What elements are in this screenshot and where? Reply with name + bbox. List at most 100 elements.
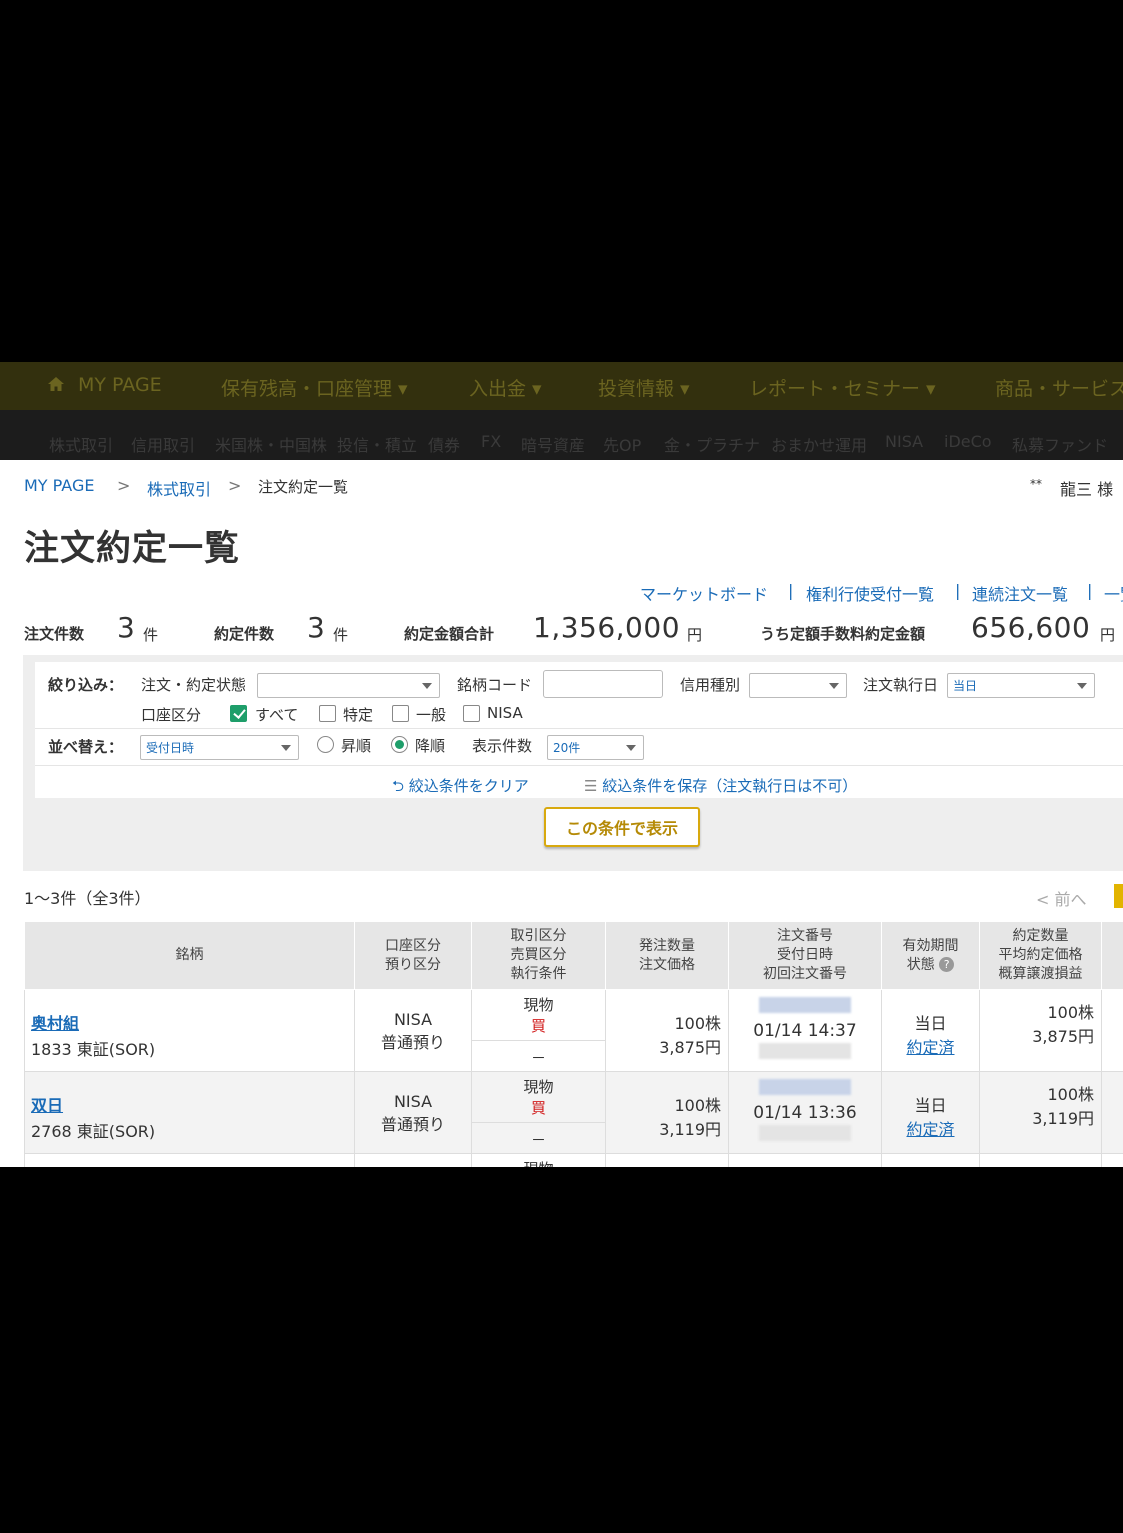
clear-filter-link[interactable]: ⮌ 絞込条件をクリア [392,775,529,801]
header-order-number: 注文番号 受付日時 初回注文番号 [728,921,882,990]
account-label: 口座区分 [141,706,202,724]
exec-count-unit: 件 [333,626,349,644]
user-name: 龍三 様 [1060,480,1114,499]
cell-account [354,1153,472,1167]
prev-page-link[interactable]: < 前へ [1036,886,1087,910]
link-rights-exercise[interactable]: 権利行使受付一覧 [806,581,934,605]
main-content: MY PAGE > 株式取引 > 注文約定一覧 ** 龍三 様 注文約定一覧 マ… [0,460,1123,1167]
fixed-fee-value: 656,600 [971,611,1091,644]
header-symbol: 銘柄 [24,921,355,990]
cell-extra [1101,989,1123,1072]
redacted-order-number [759,997,851,1013]
nav-info[interactable]: 投資情報 ▾ [598,374,690,401]
cell-trade-type: 現物 買 － [471,1071,606,1154]
subnav-bond[interactable]: 債券 [428,432,460,456]
account-all-checkbox[interactable] [230,705,247,722]
subnav-private[interactable]: 私募ファンド [1012,432,1108,456]
home-icon [48,377,64,391]
subnav-nisa[interactable]: NISA [885,432,923,451]
breadcrumb-home[interactable]: MY PAGE [24,476,94,495]
stock-name-link[interactable]: 奥村組 [31,1010,354,1034]
status-link[interactable]: 約定済 [882,1116,979,1140]
save-filter-link[interactable]: ☰ 絞込条件を保存（注文執行日は不可） [584,775,857,796]
cell-extra [1101,1071,1123,1154]
subnav-gold[interactable]: 金・プラチナ [664,432,760,456]
header-validity: 有効期間 状態 ? [881,921,980,990]
breadcrumb-separator: > [117,476,131,495]
status-select[interactable] [257,673,440,698]
account-ippan-checkbox[interactable] [392,705,409,722]
subnav-crypto[interactable]: 暗号資産 [521,432,585,456]
cell-trade-type: 現物 買 － [471,989,606,1072]
account-type: NISA [393,1010,433,1029]
next-page-tab[interactable] [1114,884,1123,908]
breadcrumb-parent[interactable]: 株式取引 [147,476,211,500]
subnav-robo[interactable]: おまかせ運用 [771,432,867,456]
app-frame: MY PAGE 保有残高・口座管理 ▾ 入出金 ▾ 投資情報 ▾ レポート・セミ… [0,362,1123,1167]
breadcrumb-current: 注文約定一覧 [258,478,349,496]
cell-order-number: 01/14 14:37 [728,989,882,1072]
filter-panel: 絞り込み： 注文・約定状態 銘柄コード 信用種別 注文執行日 当日 口座区分 す… [23,655,1123,871]
cell-extra [1101,1153,1123,1167]
nav-products[interactable]: 商品・サービス [995,374,1123,401]
stock-name-link[interactable]: 双日 [31,1092,354,1116]
account-tokutei-checkbox[interactable] [319,705,336,722]
show-results-button[interactable]: この条件で表示 [544,807,700,847]
side-buy: 買 [472,1097,605,1123]
subnav-option[interactable]: 先OP [603,432,641,456]
header-trade-type: 取引区分 売買区分 執行条件 [471,921,606,990]
cell-quantity [605,1153,729,1167]
redacted-initial-order [759,1125,851,1141]
exec-total-value: 1,356,000 [533,611,681,644]
desc-radio[interactable] [391,736,408,753]
link-divider: | [955,581,961,600]
cell-validity: 当日 約定済 [881,1071,980,1154]
account-nisa-checkbox[interactable] [463,705,480,722]
validity: 当日 [914,1096,947,1115]
help-icon[interactable]: ? [939,957,955,972]
subnav-ideco[interactable]: iDeCo [944,432,992,451]
exec-condition: － [530,1049,546,1067]
link-divider: | [788,581,794,600]
stock-code: 2768 東証(SOR) [31,1122,156,1141]
cell-symbol [24,1153,355,1167]
subnav-us-cn[interactable]: 米国株・中国株 [215,432,327,456]
exec-date-select[interactable]: 当日 [947,673,1095,698]
nav-deposit[interactable]: 入出金 ▾ [469,374,542,401]
status-label: 注文・約定状態 [141,676,247,694]
cell-validity [881,1153,980,1167]
link-market-board[interactable]: マーケットボード [640,581,768,605]
status-link[interactable]: 約定済 [882,1034,979,1058]
per-page-select[interactable]: 20件 [547,735,644,760]
code-input[interactable] [543,670,663,698]
credit-label: 信用種別 [680,676,741,694]
filter-divider [35,728,1123,729]
avg-price: 3,875円 [1032,1027,1094,1046]
exec-count-value: 3 [307,611,326,644]
subnav-fund[interactable]: 投信・積立 [337,432,417,456]
filter-divider [35,765,1123,766]
link-divider: | [1087,581,1093,600]
link-continuous-orders[interactable]: 連続注文一覧 [972,581,1068,605]
fixed-fee-unit: 円 [1100,626,1116,644]
account-ippan-label: 一般 [416,706,447,724]
nav-mypage[interactable]: MY PAGE [78,374,162,396]
subnav-fx[interactable]: FX [481,432,501,451]
credit-select[interactable] [749,673,847,698]
sort-select[interactable]: 受付日時 [140,735,299,760]
link-more[interactable]: 一覧 [1104,581,1123,605]
order-qty: 100株 [674,1014,721,1033]
account-tokutei-label: 特定 [343,706,374,724]
asc-radio[interactable] [317,736,334,753]
subnav-stock[interactable]: 株式取引 [49,432,113,456]
nav-report[interactable]: レポート・セミナー ▾ [749,374,936,401]
received-time: 01/14 14:37 [753,1021,857,1041]
cell-account: NISA 普通預り [354,989,472,1072]
exec-count-label: 約定件数 [214,625,275,643]
subnav-margin[interactable]: 信用取引 [131,432,195,456]
table-row: 双日 2768 東証(SOR) NISA 普通預り 現物 買 － 100株 3,… [24,1071,1123,1154]
nav-holdings[interactable]: 保有残高・口座管理 ▾ [221,374,408,401]
desc-label: 降順 [415,737,446,755]
exec-qty: 100株 [1047,1003,1094,1022]
filter-label: 絞り込み： [48,676,124,694]
